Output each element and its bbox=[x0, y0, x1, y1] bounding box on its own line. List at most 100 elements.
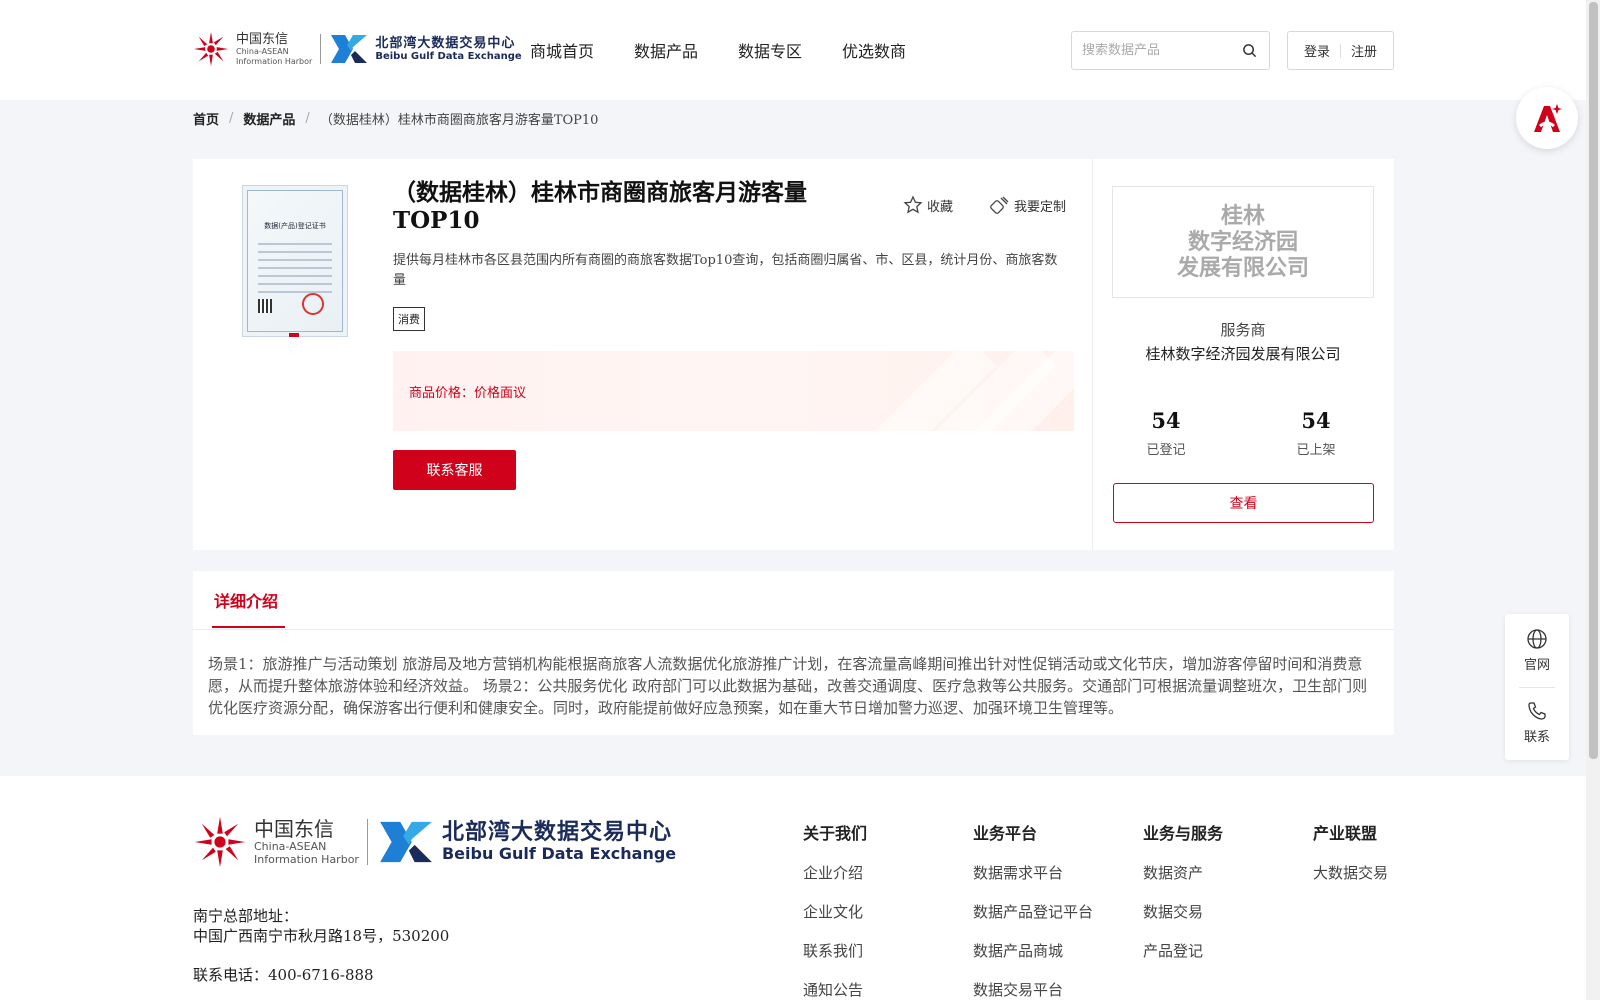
certificate-image[interactable]: 数据(产品)登记证书 bbox=[242, 185, 348, 337]
footer-column-about: 关于我们 企业介绍 企业文化 联系我们 通知公告 bbox=[803, 820, 867, 1000]
logo-cn-text: 中国东信 bbox=[254, 817, 334, 841]
register-link[interactable]: 注册 bbox=[1351, 41, 1377, 60]
footer-link[interactable]: 数据交易平台 bbox=[973, 979, 1093, 1000]
footer-column-title: 业务平台 bbox=[973, 824, 1038, 843]
search-box bbox=[1071, 31, 1270, 70]
seal-icon bbox=[302, 293, 324, 315]
favorite-label: 收藏 bbox=[927, 199, 954, 215]
breadcrumb-category[interactable]: 数据产品 bbox=[243, 109, 295, 128]
main-nav: 商城首页 数据产品 数据专区 优选数商 bbox=[530, 38, 906, 62]
provider-logo-line: 数字经济园 bbox=[1187, 229, 1298, 255]
contact-button[interactable]: 联系 bbox=[1505, 700, 1569, 745]
breadcrumb-separator: / bbox=[305, 111, 310, 126]
customize-icon bbox=[990, 196, 1009, 214]
address-label: 南宁总部地址： bbox=[193, 907, 299, 925]
detail-section: 详细介绍 场景1：旅游推广与活动策划 旅游局及地方营销机构能根据商旅客人流数据优… bbox=[193, 571, 1394, 735]
site-logo[interactable]: 中国东信 China-ASEAN Information Harbor 北部湾大… bbox=[192, 28, 522, 70]
footer-link[interactable]: 数据资产 bbox=[1143, 862, 1223, 883]
globe-icon bbox=[1527, 629, 1547, 649]
beibu-x-icon bbox=[331, 35, 368, 63]
price-value: 价格面议 bbox=[474, 386, 527, 401]
beibu-x-icon bbox=[380, 821, 432, 863]
category-tag[interactable]: 消费 bbox=[393, 307, 425, 331]
nav-data-zone[interactable]: 数据专区 bbox=[738, 38, 802, 62]
price-label: 商品价格： bbox=[409, 386, 475, 401]
view-provider-button[interactable]: 查看 bbox=[1113, 483, 1374, 523]
logo-en-text: China-ASEAN bbox=[254, 840, 327, 853]
detail-text: 场景1：旅游推广与活动策划 旅游局及地方营销机构能根据商旅客人流数据优化旅游推广… bbox=[208, 655, 1368, 717]
china-asean-burst-icon bbox=[193, 31, 229, 67]
qr-code-icon bbox=[258, 299, 272, 313]
side-toolbar: 官网 联系 bbox=[1505, 614, 1569, 760]
tab-divider bbox=[193, 629, 1394, 630]
footer: 中国东信 China-ASEAN Information Harbor 北部湾大… bbox=[0, 776, 1586, 1000]
side-separator bbox=[1519, 687, 1555, 688]
breadcrumb-current: （数据桂林）桂林市商圈商旅客月游客量TOP10 bbox=[319, 113, 599, 128]
customize-button[interactable]: 我要定制 bbox=[990, 195, 1066, 215]
logo-bb-en: Beibu Gulf Data Exchange bbox=[441, 844, 677, 863]
scrollbar-thumb[interactable] bbox=[1589, 2, 1598, 759]
footer-link[interactable]: 企业介绍 bbox=[803, 862, 867, 883]
login-link[interactable]: 登录 bbox=[1304, 41, 1330, 60]
footer-link[interactable]: 数据产品登记平台 bbox=[973, 901, 1093, 922]
china-asean-burst-icon bbox=[194, 816, 246, 868]
customize-label: 我要定制 bbox=[1014, 199, 1067, 215]
footer-link[interactable]: 数据需求平台 bbox=[973, 862, 1093, 883]
footer-link[interactable]: 联系我们 bbox=[803, 940, 867, 961]
product-title: （数据桂林）桂林市商圈商旅客月游客量TOP10 bbox=[393, 179, 807, 234]
footer-column-platform: 业务平台 数据需求平台 数据产品登记平台 数据产品商城 数据交易平台 bbox=[973, 820, 1093, 1000]
footer-column-services: 业务与服务 数据资产 数据交易 产品登记 bbox=[1143, 820, 1223, 979]
footer-column-title: 关于我们 bbox=[803, 824, 868, 843]
tab-active-indicator bbox=[212, 626, 285, 628]
price-text: 商品价格：价格面议 bbox=[409, 382, 526, 401]
logo-en-text-2: Information Harbor bbox=[236, 56, 313, 66]
tab-detail[interactable]: 详细介绍 bbox=[214, 588, 278, 612]
contact-label: 联系 bbox=[1523, 730, 1550, 745]
certificate-title: 数据(产品)登记证书 bbox=[264, 222, 326, 230]
footer-column-alliance: 产业联盟 大数据交易 bbox=[1313, 820, 1388, 901]
registered-label: 已登记 bbox=[1146, 443, 1186, 458]
phone-icon bbox=[1528, 702, 1546, 720]
footer-phone: 联系电话：400-6716-888 bbox=[193, 966, 374, 984]
nav-preferred-merchants[interactable]: 优选数商 bbox=[842, 38, 906, 62]
carousel-indicator[interactable] bbox=[289, 333, 299, 337]
provider-name[interactable]: 桂林数字经济园发展有限公司 bbox=[1092, 343, 1394, 364]
header: 中国东信 China-ASEAN Information Harbor 北部湾大… bbox=[0, 0, 1586, 100]
favorite-button[interactable]: 收藏 bbox=[903, 195, 953, 215]
footer-link[interactable]: 大数据交易 bbox=[1313, 862, 1388, 883]
contact-service-button[interactable]: 联系客服 bbox=[393, 450, 516, 490]
footer-link[interactable]: 产品登记 bbox=[1143, 940, 1223, 961]
provider-label: 服务商 bbox=[1220, 321, 1266, 339]
search-icon[interactable] bbox=[1242, 43, 1257, 58]
listed-count: 54 bbox=[1301, 408, 1331, 433]
auth-separator bbox=[1340, 43, 1341, 58]
logo-bb-en: Beibu Gulf Data Exchange bbox=[375, 50, 522, 62]
provider-logo: 桂林 数字经济园 发展有限公司 bbox=[1112, 186, 1374, 298]
footer-link[interactable]: 企业文化 bbox=[803, 901, 867, 922]
registered-count: 54 bbox=[1151, 408, 1181, 433]
nav-data-products[interactable]: 数据产品 bbox=[634, 38, 698, 62]
breadcrumb-home[interactable]: 首页 bbox=[193, 109, 219, 128]
nav-home[interactable]: 商城首页 bbox=[530, 38, 594, 62]
breadcrumb: 首页 / 数据产品 / （数据桂林）桂林市商圈商旅客月游客量TOP10 bbox=[193, 109, 598, 128]
search-input[interactable] bbox=[1082, 43, 1242, 58]
footer-logo[interactable]: 中国东信 China-ASEAN Information Harbor 北部湾大… bbox=[192, 812, 676, 872]
listed-stat: 54 已上架 bbox=[1266, 408, 1366, 458]
logo-divider bbox=[320, 34, 322, 64]
footer-link[interactable]: 数据交易 bbox=[1143, 901, 1223, 922]
product-description: 提供每月桂林市各区县范围内所有商圈的商旅客数据Top10查询，包括商圈归属省、市… bbox=[393, 253, 1058, 288]
page-scrollbar[interactable] bbox=[1586, 0, 1600, 1000]
auth-box: 登录 注册 bbox=[1287, 31, 1394, 70]
logo-cn-text: 中国东信 bbox=[236, 31, 289, 47]
footer-link[interactable]: 数据产品商城 bbox=[973, 940, 1093, 961]
ai-assistant-button[interactable] bbox=[1516, 87, 1578, 149]
logo-en-text-2: Information Harbor bbox=[254, 853, 359, 866]
footer-link[interactable]: 通知公告 bbox=[803, 979, 867, 1000]
address-text: 中国广西南宁市秋月路18号，530200 bbox=[193, 927, 450, 945]
website-button[interactable]: 官网 bbox=[1505, 628, 1569, 673]
logo-en-text: China-ASEAN bbox=[236, 46, 289, 56]
logo-bb-cn: 北部湾大数据交易中心 bbox=[375, 35, 516, 51]
footer-column-title: 产业联盟 bbox=[1313, 824, 1378, 843]
ai-assistant-icon bbox=[1534, 104, 1562, 132]
provider-logo-line: 发展有限公司 bbox=[1176, 255, 1309, 281]
